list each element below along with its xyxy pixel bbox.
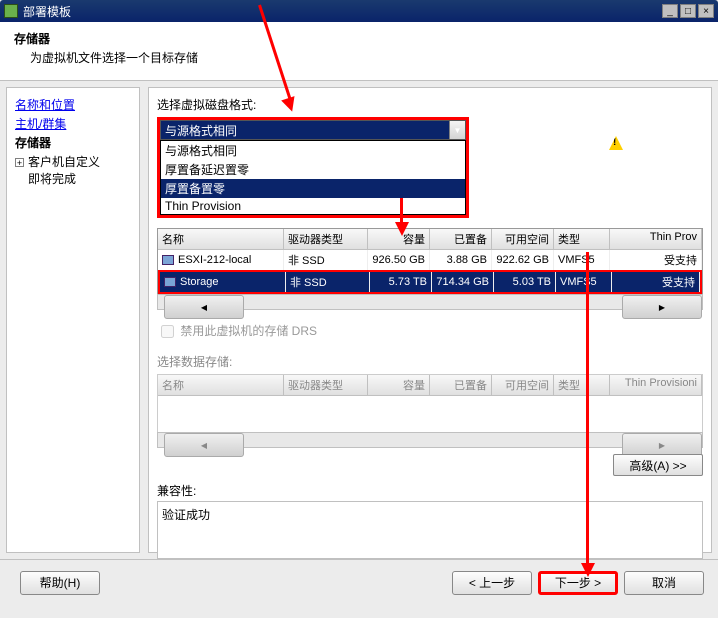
format-option-same[interactable]: 与源格式相同 (161, 141, 465, 160)
disk-format-combo-highlight: 与源格式相同 ▼ 与源格式相同 厚置备延迟置零 厚置备置零 Thin Provi… (157, 117, 469, 218)
maximize-button[interactable]: □ (680, 4, 696, 18)
table-row-selected[interactable]: Storage 非 SSD 5.73 TB 714.34 GB 5.03 TB … (158, 270, 702, 294)
warning-icon (609, 136, 623, 150)
horizontal-scrollbar[interactable]: ◀ ▶ (157, 294, 703, 310)
sidebar-item-storage: 存储器 (15, 134, 131, 151)
horizontal-scrollbar: ◀ ▶ (157, 432, 703, 448)
table-row[interactable]: ESXI-212-local 非 SSD 926.50 GB 3.88 GB 9… (158, 250, 702, 270)
scroll-left-icon[interactable]: ◀ (164, 295, 244, 319)
col-free[interactable]: 可用空间 (492, 229, 554, 250)
datastore-subtable: 名称 驱动器类型 容量 已置备 可用空间 类型 Thin Provisioni (157, 374, 703, 433)
sidebar-item-name-location[interactable]: 名称和位置 (15, 96, 131, 113)
advanced-button[interactable]: 高级(A) >> (613, 454, 703, 476)
dropdown-arrow-icon[interactable]: ▼ (449, 121, 465, 139)
disable-storage-drs-label: 禁用此虚拟机的存储 DRS (180, 324, 317, 338)
scroll-left-icon: ◀ (164, 433, 244, 457)
sidebar-item-guest-customization[interactable]: +客户机自定义 (15, 153, 131, 170)
compatibility-result-box: 验证成功 (157, 501, 703, 559)
wizard-header: 存储器 为虚拟机文件选择一个目标存储 (0, 22, 718, 81)
subtable-header-row: 名称 驱动器类型 容量 已置备 可用空间 类型 Thin Provisioni (158, 375, 702, 396)
select-datastore-label: 选择数据存储: (157, 353, 703, 370)
col-thinprov[interactable]: Thin Prov (610, 229, 702, 250)
disk-format-label: 选择虚拟磁盘格式: (157, 96, 703, 113)
wizard-footer: 帮助(H) < 上一步 下一步 > 取消 (0, 559, 718, 605)
window-titlebar: 部署模板 _ □ × (0, 0, 718, 22)
format-option-thin[interactable]: Thin Provision (161, 198, 465, 214)
wizard-steps-sidebar: 名称和位置 主机/群集 存储器 +客户机自定义 即将完成 (6, 87, 140, 553)
disable-storage-drs-checkbox (161, 325, 174, 338)
format-option-thick-lazy[interactable]: 厚置备延迟置零 (161, 160, 465, 179)
scroll-right-icon[interactable]: ▶ (622, 295, 702, 319)
col-drivetype[interactable]: 驱动器类型 (284, 229, 368, 250)
col-name[interactable]: 名称 (158, 229, 284, 250)
disk-format-select[interactable]: 与源格式相同 ▼ (160, 120, 466, 140)
col-type[interactable]: 类型 (554, 229, 610, 250)
back-button[interactable]: < 上一步 (452, 571, 532, 595)
sidebar-item-host-cluster[interactable]: 主机/群集 (15, 115, 131, 132)
minimize-button[interactable]: _ (662, 4, 678, 18)
page-title: 存储器 (14, 30, 704, 47)
col-capacity[interactable]: 容量 (368, 229, 430, 250)
app-icon (4, 4, 18, 18)
next-button[interactable]: 下一步 > (538, 571, 618, 595)
sidebar-item-ready-complete: 即将完成 (28, 170, 131, 187)
page-subtitle: 为虚拟机文件选择一个目标存储 (30, 49, 704, 66)
col-provisioned[interactable]: 已置备 (430, 229, 492, 250)
format-option-thick-eager[interactable]: 厚置备置零 (161, 179, 465, 198)
compatibility-label: 兼容性: (157, 482, 703, 499)
close-button[interactable]: × (698, 4, 714, 18)
table-header-row: 名称 驱动器类型 容量 已置备 可用空间 类型 Thin Prov (158, 229, 702, 250)
datastore-table: 名称 驱动器类型 容量 已置备 可用空间 类型 Thin Prov ESXI-2… (157, 228, 703, 295)
main-panel: 选择虚拟磁盘格式: 与源格式相同 ▼ 与源格式相同 厚置备延迟置零 厚置备置零 … (148, 87, 712, 553)
datastore-icon (164, 277, 176, 287)
cancel-button[interactable]: 取消 (624, 571, 704, 595)
window-title: 部署模板 (23, 3, 71, 20)
disk-format-dropdown-list: 与源格式相同 厚置备延迟置零 厚置备置零 Thin Provision (160, 140, 466, 215)
datastore-icon (162, 255, 174, 265)
help-button[interactable]: 帮助(H) (20, 571, 100, 595)
expand-icon[interactable]: + (15, 158, 24, 167)
